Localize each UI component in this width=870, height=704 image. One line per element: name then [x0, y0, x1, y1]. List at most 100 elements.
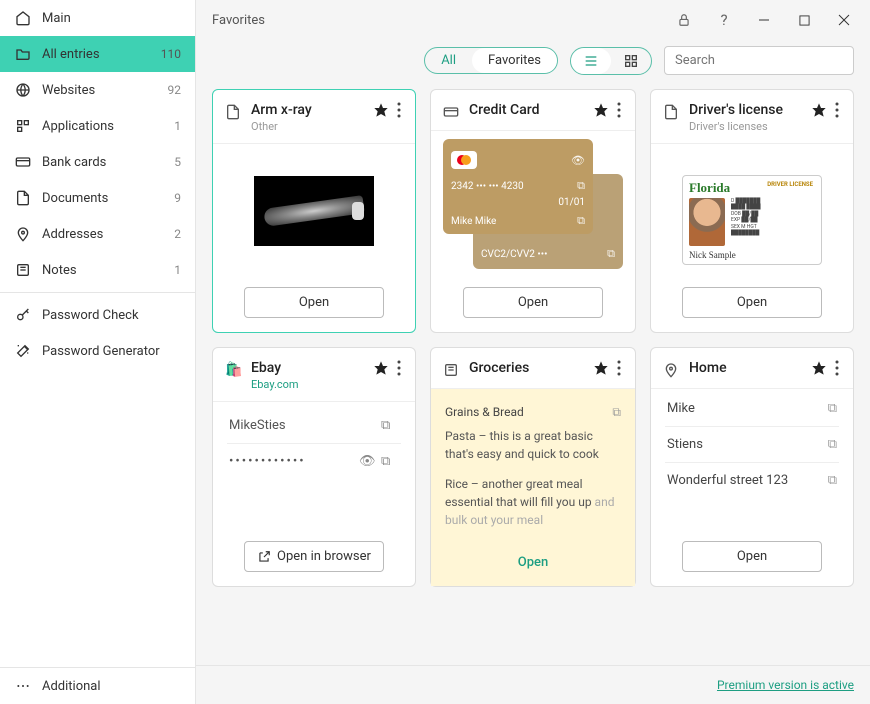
card-title: Arm x-ray: [251, 102, 367, 118]
card-subtitle: Ebay.com: [251, 378, 367, 391]
card-home[interactable]: Home Mike⧉ Stiens⧉ Wonderful street 123⧉…: [650, 347, 854, 587]
more-icon[interactable]: [615, 360, 623, 376]
filter-all[interactable]: All: [425, 48, 472, 73]
card-title: Credit Card: [469, 102, 587, 118]
sidebar-item-documents[interactable]: Documents 9: [0, 180, 195, 216]
app-icon: [14, 118, 32, 134]
more-icon[interactable]: [395, 102, 403, 118]
note-line: Rice – another great meal essential that…: [445, 475, 621, 529]
sidebar-item-additional[interactable]: Additional: [0, 668, 195, 704]
card-arm-xray[interactable]: Arm x-ray Other Open: [212, 89, 416, 333]
username-row: MikeSties ⧉: [227, 408, 401, 444]
globe-icon: [14, 82, 32, 98]
card-drivers-license[interactable]: Driver's license Driver's licenses Flori…: [650, 89, 854, 333]
sidebar-bottom: Additional: [0, 667, 195, 704]
note-line: Pasta – this is a great basic that's eas…: [445, 427, 621, 463]
copy-icon[interactable]: ⧉: [828, 473, 837, 488]
sidebar-item-applications[interactable]: Applications 1: [0, 108, 195, 144]
sidebar-item-bank-cards[interactable]: Bank cards 5: [0, 144, 195, 180]
open-button[interactable]: Open: [244, 287, 384, 318]
copy-icon[interactable]: ⧉: [607, 247, 615, 261]
copy-icon[interactable]: ⧉: [612, 403, 621, 421]
card-ebay[interactable]: 🛍️ Ebay Ebay.com MikeSties ⧉ •••••••••••…: [212, 347, 416, 587]
more-icon[interactable]: [833, 360, 841, 376]
license-photo: [689, 198, 725, 246]
minimize-button[interactable]: [744, 6, 784, 34]
sidebar-label: All entries: [42, 47, 161, 62]
sidebar-count: 1: [174, 263, 181, 277]
sidebar-count: 1: [174, 119, 181, 133]
sidebar: Main All entries 110 Websites 92 Applica…: [0, 0, 196, 704]
close-button[interactable]: [824, 6, 864, 34]
license-state: Florida: [689, 180, 730, 196]
copy-icon[interactable]: ⧉: [577, 179, 585, 193]
more-icon[interactable]: [395, 360, 403, 376]
search-input[interactable]: [664, 46, 854, 75]
sidebar-item-password-generator[interactable]: Password Generator: [0, 333, 195, 369]
copy-icon[interactable]: ⧉: [828, 401, 837, 416]
sidebar-item-main[interactable]: Main: [0, 0, 195, 36]
document-icon: [225, 104, 243, 120]
view-list[interactable]: [571, 48, 611, 74]
sidebar-item-notes[interactable]: Notes 1: [0, 252, 195, 288]
favorite-star-icon[interactable]: [811, 102, 827, 118]
sidebar-count: 92: [168, 83, 182, 97]
sidebar-label: Documents: [42, 191, 174, 206]
card-holder: Mike Mike: [451, 216, 496, 227]
favorite-star-icon[interactable]: [373, 102, 389, 118]
sidebar-label: Main: [42, 11, 181, 26]
more-icon[interactable]: [833, 102, 841, 118]
main-area: Favorites ? All Favorites Arm x-ray Othe…: [196, 0, 870, 704]
statusbar: Premium version is active: [196, 665, 870, 704]
sidebar-label: Applications: [42, 119, 174, 134]
card-subtitle: Driver's licenses: [689, 120, 805, 133]
mastercard-logo-icon: [451, 151, 477, 169]
sidebar-count: 110: [161, 47, 181, 61]
key-icon: [14, 307, 32, 323]
credit-card-visual: CVC2/CVV2 •••⧉ 👁 2342 ••• ••• 4230⧉ 01/0…: [443, 139, 623, 269]
view-grid[interactable]: [611, 48, 651, 74]
copy-icon[interactable]: ⧉: [381, 418, 399, 433]
copy-icon[interactable]: ⧉: [828, 437, 837, 452]
open-in-browser-button[interactable]: Open in browser: [244, 541, 384, 572]
toolbar: All Favorites: [196, 40, 870, 89]
premium-link[interactable]: Premium version is active: [717, 678, 854, 692]
card-title: Groceries: [469, 360, 587, 376]
eye-icon[interactable]: 👁: [571, 154, 585, 167]
sidebar-item-addresses[interactable]: Addresses 2: [0, 216, 195, 252]
sidebar-item-all-entries[interactable]: All entries 110: [0, 36, 195, 72]
more-icon: [14, 678, 32, 694]
card-subtitle: Other: [251, 120, 367, 133]
favorite-star-icon[interactable]: [593, 102, 609, 118]
help-button[interactable]: ?: [704, 6, 744, 34]
open-button[interactable]: Open: [463, 287, 603, 318]
open-button[interactable]: Open: [445, 553, 621, 573]
filter-favorites[interactable]: Favorites: [472, 48, 557, 73]
favorite-star-icon[interactable]: [811, 360, 827, 376]
sidebar-item-password-check[interactable]: Password Check: [0, 297, 195, 333]
eye-icon[interactable]: 👁: [359, 454, 377, 469]
card-groceries[interactable]: Groceries Grains & Bread⧉ Pasta – this i…: [430, 347, 636, 587]
copy-icon[interactable]: ⧉: [577, 214, 585, 228]
address-row: Wonderful street 123⧉: [665, 463, 839, 498]
titlebar: Favorites ?: [196, 0, 870, 40]
wand-icon: [14, 343, 32, 359]
sidebar-label: Password Generator: [42, 344, 181, 359]
card-credit-card[interactable]: Credit Card CVC2/CVV2 •••⧉ 👁 2342 ••• ••…: [430, 89, 636, 333]
sidebar-item-websites[interactable]: Websites 92: [0, 72, 195, 108]
favorite-star-icon[interactable]: [373, 360, 389, 376]
favorite-star-icon[interactable]: [593, 360, 609, 376]
more-icon[interactable]: [615, 102, 623, 118]
maximize-button[interactable]: [784, 6, 824, 34]
view-toggle: [570, 47, 652, 75]
username-value: MikeSties: [229, 418, 377, 433]
lock-button[interactable]: [664, 6, 704, 34]
copy-icon[interactable]: ⧉: [381, 454, 399, 469]
open-button[interactable]: Open: [682, 287, 822, 318]
pin-icon: [14, 226, 32, 242]
filter-toggle: All Favorites: [424, 47, 558, 74]
open-button[interactable]: Open: [682, 541, 822, 572]
note-icon: [14, 262, 32, 278]
sidebar-count: 9: [174, 191, 181, 205]
home-icon: [14, 10, 32, 26]
